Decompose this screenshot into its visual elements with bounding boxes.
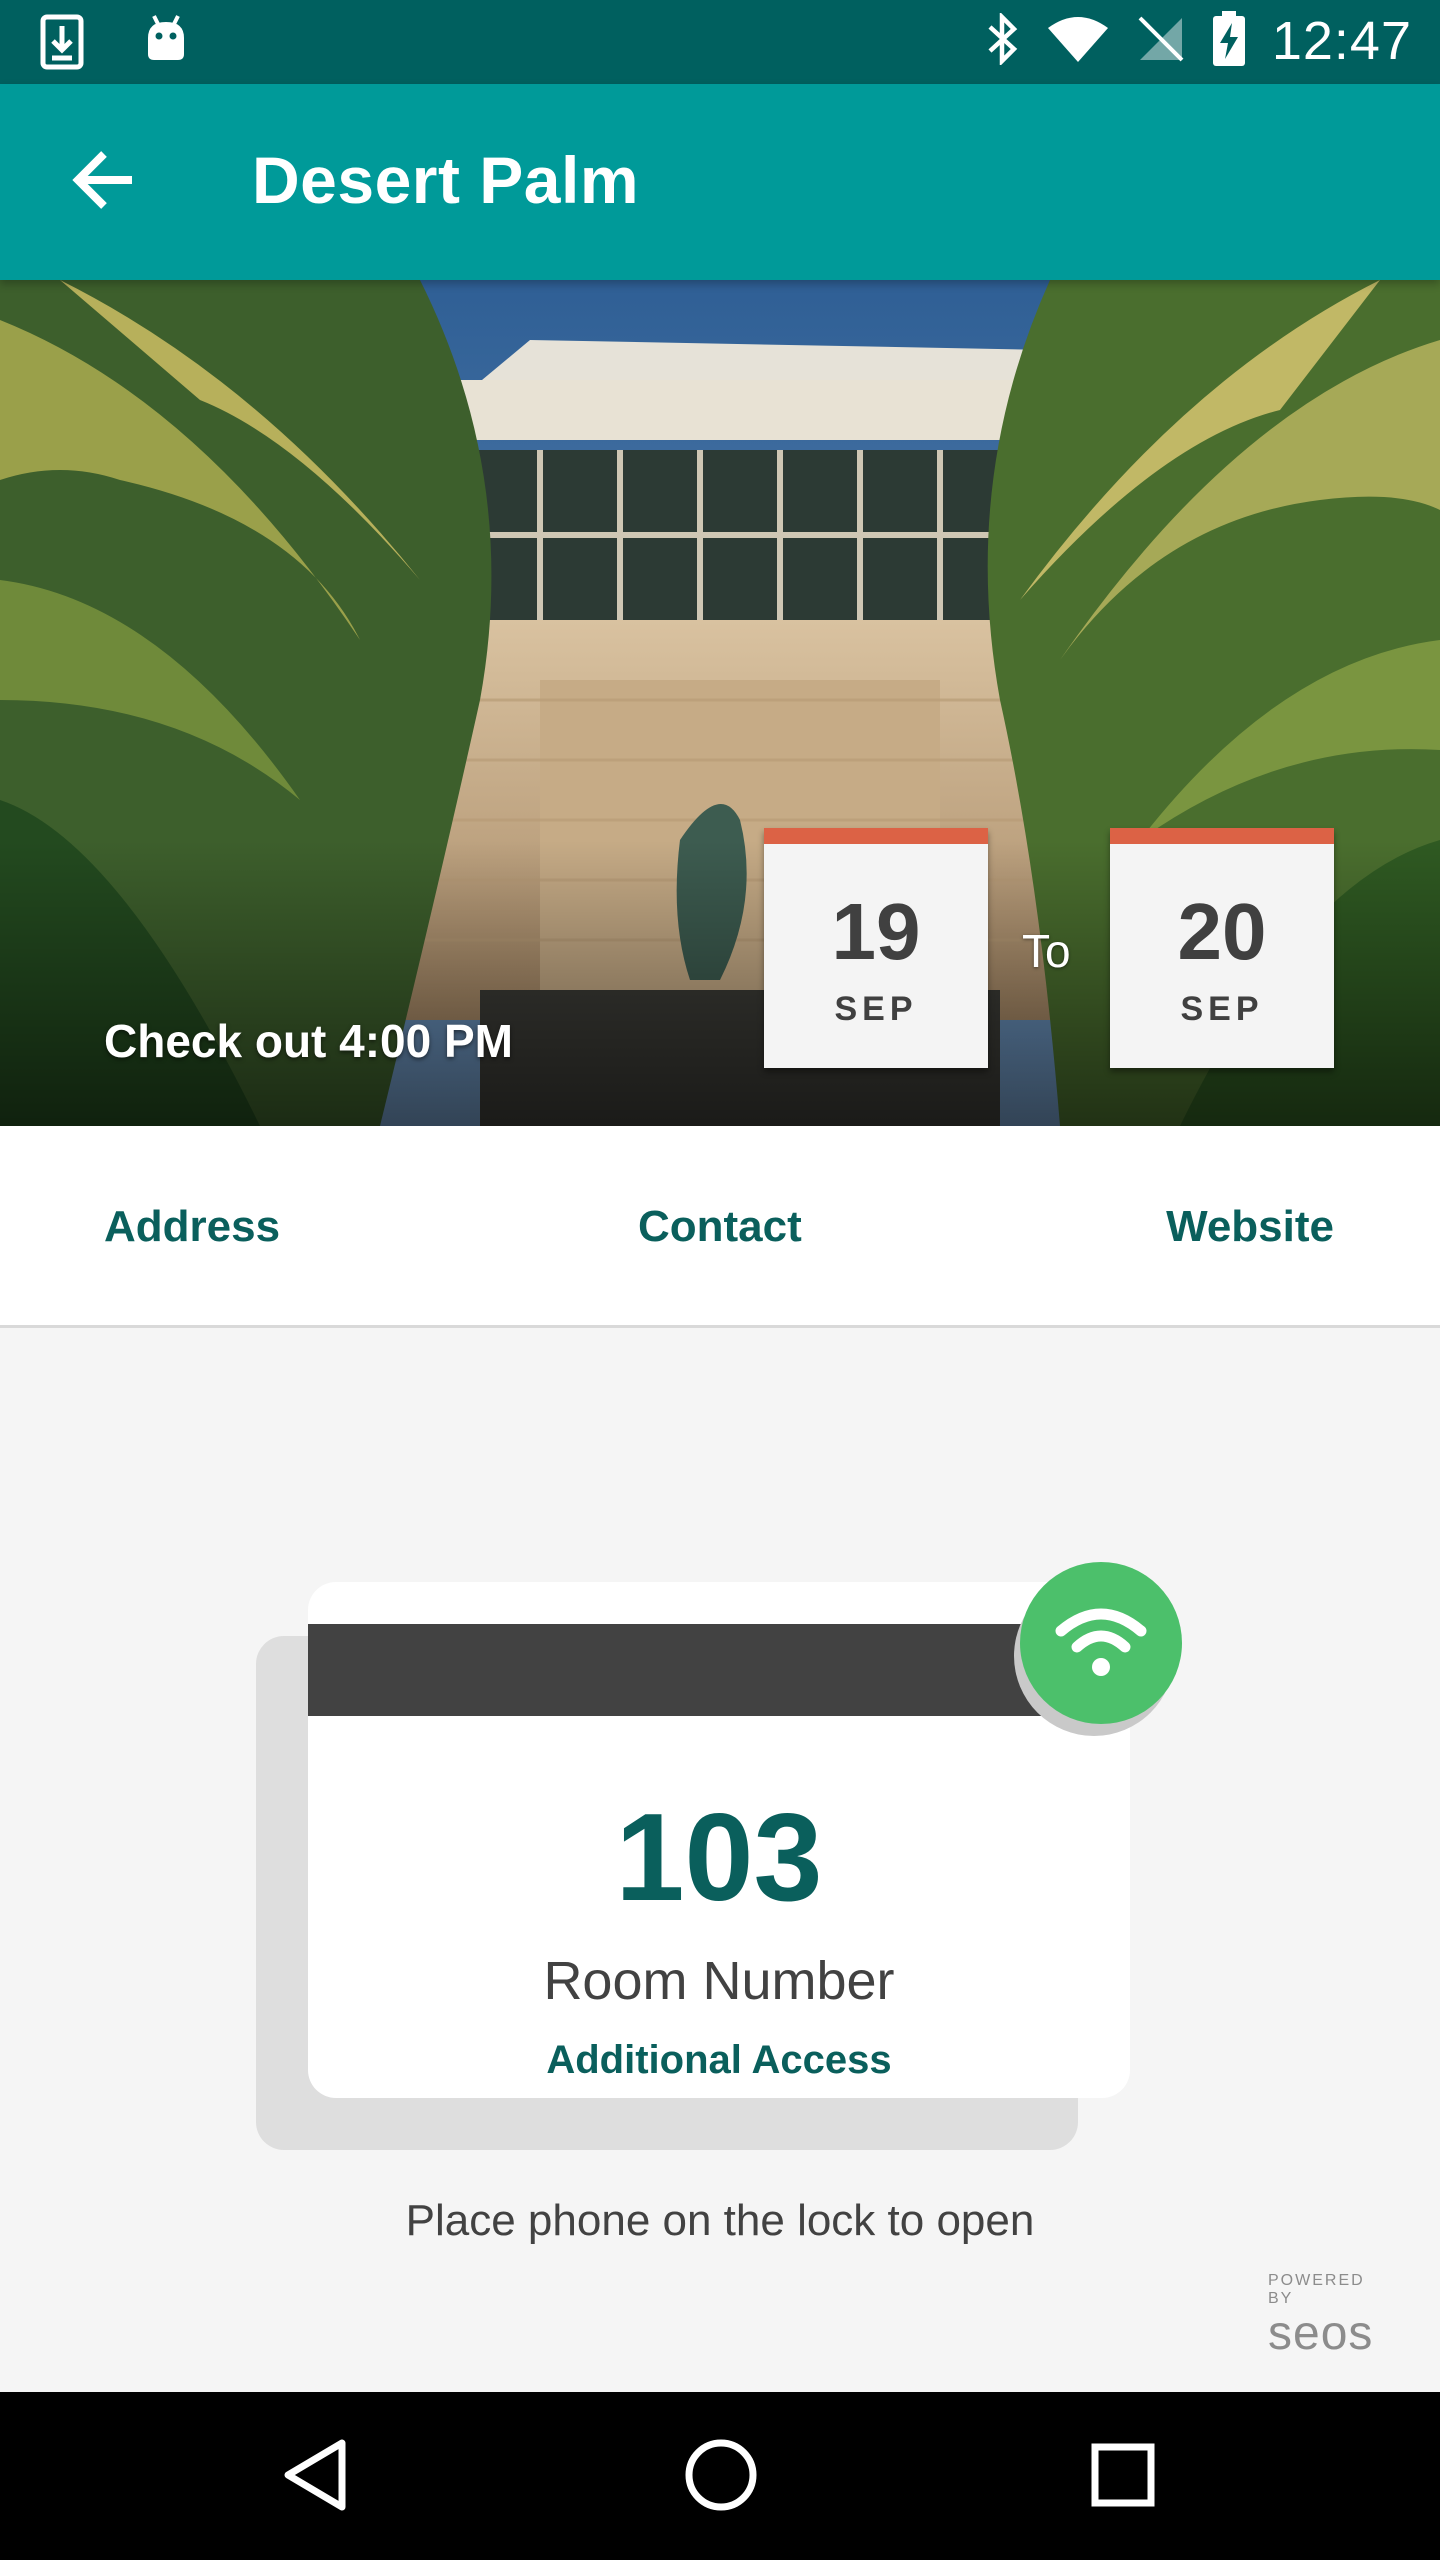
room-key-card[interactable]: 103 Room Number Additional Access [308, 1582, 1130, 2098]
check-in-month: SEP [834, 990, 918, 1028]
check-in-day: 19 [831, 887, 921, 976]
nav-home-button[interactable] [676, 2432, 766, 2522]
check-in-date-card: 19 SEP [764, 828, 988, 1068]
system-nav-bar [0, 2392, 1440, 2560]
nav-recents-button[interactable] [1078, 2432, 1168, 2522]
battery-charging-icon [1212, 10, 1246, 72]
additional-access-link[interactable]: Additional Access [308, 2038, 1130, 2083]
wireless-icon [1053, 1601, 1149, 1686]
app-bar: Desert Palm [0, 84, 1440, 280]
lock-hint-text: Place phone on the lock to open [405, 2196, 1035, 2245]
back-button[interactable] [62, 140, 146, 224]
nfc-badge [1020, 1562, 1182, 1724]
android-icon [144, 14, 188, 75]
status-bar: 12:47 [0, 0, 1440, 84]
bluetooth-icon [986, 11, 1020, 70]
nav-home-icon [683, 2437, 759, 2518]
hotel-hero-image: Check out 4:00 PM 19 SEP To 20 SEP [0, 280, 1440, 1126]
page-title: Desert Palm [252, 143, 640, 217]
check-out-date-card: 20 SEP [1110, 828, 1334, 1068]
check-out-day: 20 [1177, 887, 1267, 976]
nav-back-icon [280, 2437, 350, 2518]
room-key-area: 103 Room Number Additional Access Place … [0, 1330, 1440, 2392]
seos-wordmark: seos [1268, 2307, 1374, 2360]
nav-back-button[interactable] [270, 2432, 360, 2522]
powered-by-label: POWERED BY [1268, 2272, 1365, 2307]
check-out-month: SEP [1180, 990, 1264, 1028]
room-number: 103 [615, 1789, 823, 1927]
wifi-icon [1046, 14, 1110, 69]
website-link[interactable]: Website [1166, 1202, 1334, 1252]
no-sim-icon [1136, 14, 1186, 69]
seos-logo: POWERED BY seos [1268, 2272, 1388, 2358]
room-number-label: Room Number [543, 1951, 895, 2011]
nav-recents-icon [1090, 2442, 1156, 2513]
address-link[interactable]: Address [104, 1202, 280, 1252]
checkout-time: Check out 4:00 PM [104, 1015, 513, 1067]
key-magnetic-stripe [308, 1624, 1130, 1716]
date-range-separator: To [1022, 925, 1071, 977]
download-icon [40, 14, 84, 75]
arrow-back-icon [72, 150, 136, 215]
contact-link[interactable]: Contact [638, 1202, 802, 1252]
hotel-links-bar: Address Contact Website [0, 1126, 1440, 1328]
status-time: 12:47 [1271, 11, 1412, 71]
